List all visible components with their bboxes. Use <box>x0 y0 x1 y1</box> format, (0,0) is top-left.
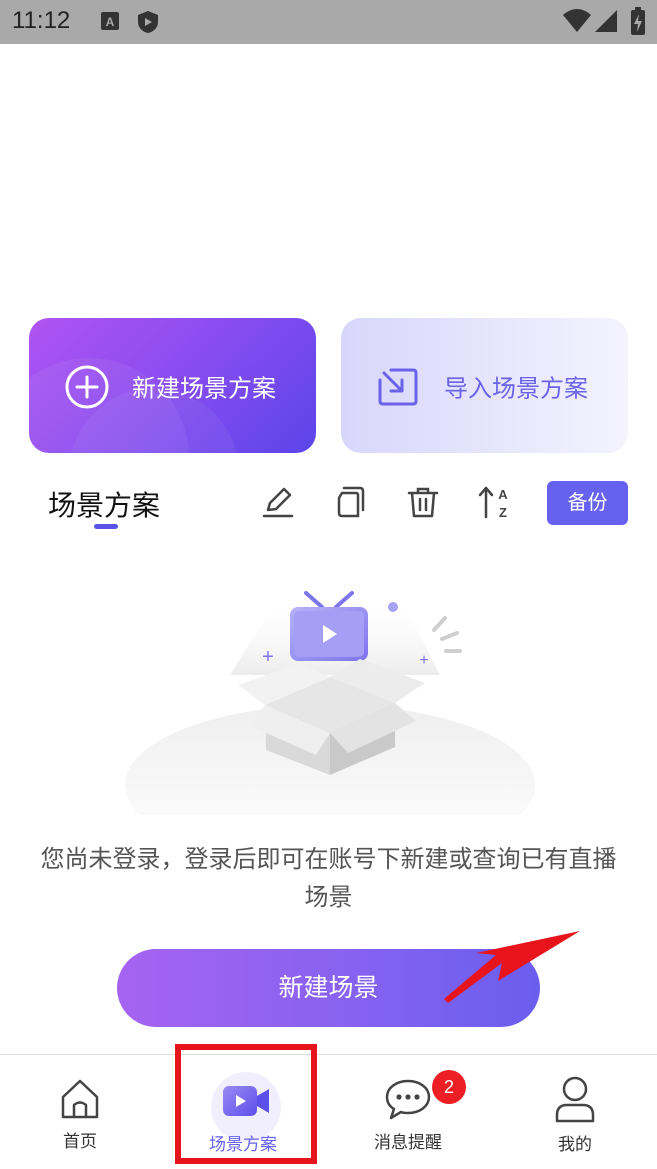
edit-icon[interactable] <box>260 484 296 520</box>
annotation-arrow-icon <box>440 925 585 1014</box>
status-bar: 11:12 A <box>0 0 657 44</box>
user-icon <box>554 1075 596 1127</box>
svg-text:Z: Z <box>499 505 507 520</box>
svg-text:A: A <box>106 15 115 29</box>
shield-icon <box>137 10 159 38</box>
status-time: 11:12 <box>12 7 71 34</box>
annotation-highlight-box <box>175 1044 317 1164</box>
svg-text:+: + <box>262 646 274 668</box>
new-plan-label: 新建场景方案 <box>132 374 276 402</box>
tab-home-label: 首页 <box>63 1132 97 1152</box>
trash-icon[interactable] <box>405 484 441 520</box>
home-icon <box>59 1077 101 1125</box>
svg-text:+: + <box>419 652 428 669</box>
battery-icon <box>630 6 646 40</box>
signal-icon <box>594 9 618 37</box>
new-plan-card[interactable]: 新建场景方案 <box>29 318 316 453</box>
chat-bubble-icon <box>385 1078 431 1126</box>
empty-box-illustration: + + <box>120 585 540 865</box>
tab-mine[interactable]: 我的 <box>510 1054 640 1169</box>
svg-text:A: A <box>498 487 508 502</box>
sort-az-icon[interactable]: AZ <box>477 484 513 520</box>
message-count-badge: 2 <box>432 1070 466 1104</box>
import-plan-card[interactable]: 导入场景方案 <box>341 318 628 453</box>
section-title: 场景方案 <box>48 489 161 522</box>
copy-icon[interactable] <box>332 484 368 520</box>
import-icon <box>375 364 421 414</box>
backup-button[interactable]: 备份 <box>547 481 628 525</box>
title-underline <box>94 524 118 529</box>
keyboard-notification-icon: A <box>100 10 120 36</box>
plus-circle-icon <box>64 364 110 414</box>
empty-state-message: 您尚未登录，登录后即可在账号下新建或查询已有直播场景 <box>40 845 617 911</box>
tab-home[interactable]: 首页 <box>15 1054 145 1169</box>
tab-mine-label: 我的 <box>558 1135 592 1155</box>
tab-messages-label: 消息提醒 <box>374 1133 442 1153</box>
plan-toolbar: 场景方案 AZ 备份 <box>0 478 657 534</box>
import-plan-label: 导入场景方案 <box>444 374 588 402</box>
wifi-icon <box>562 9 592 37</box>
